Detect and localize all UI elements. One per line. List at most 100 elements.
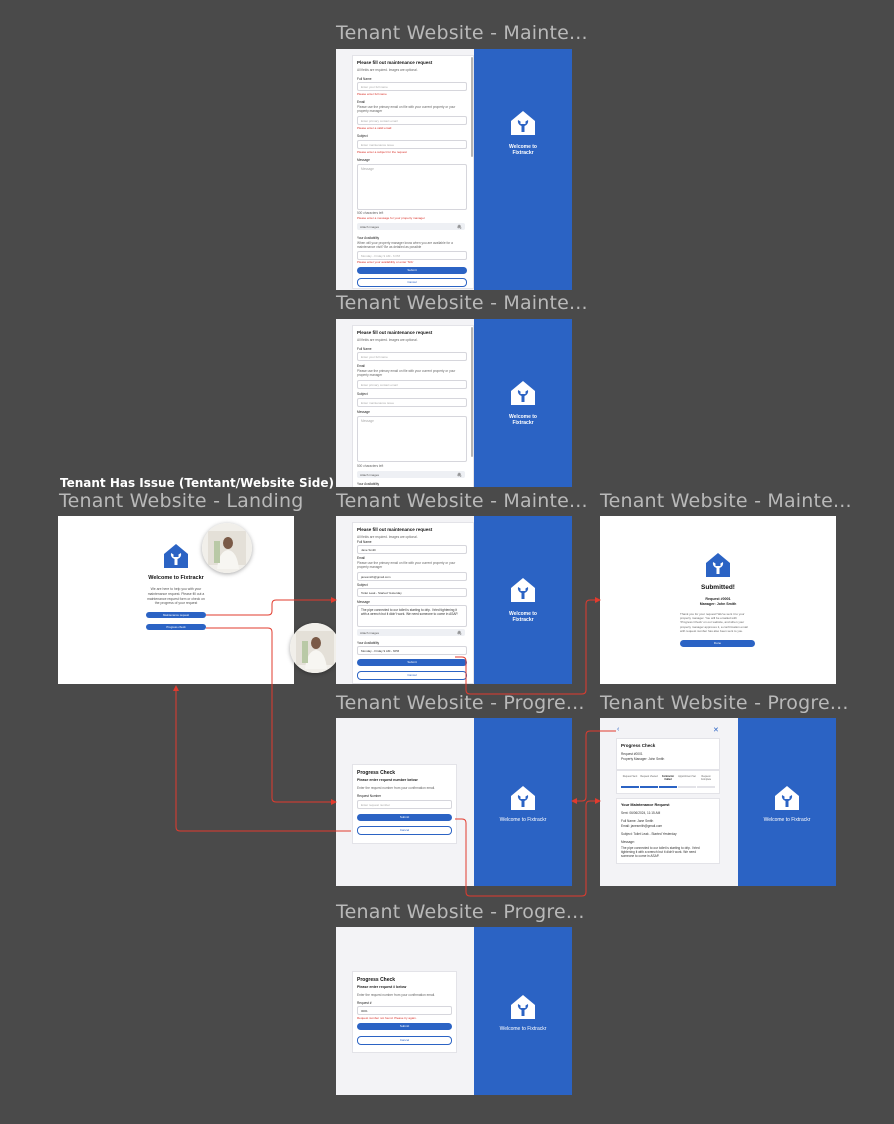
user-avatar — [202, 523, 252, 573]
step-bar — [640, 786, 658, 788]
fixtrackr-logo-icon — [509, 576, 537, 609]
maintenance-form-card: Please fill out maintenance request All … — [352, 55, 474, 289]
email-input[interactable]: Enter primary contact email — [357, 116, 467, 125]
submit-button[interactable]: Submit — [357, 659, 467, 666]
cancel-button[interactable]: Cancel — [357, 1036, 452, 1045]
step-bar — [659, 786, 677, 788]
submit-button[interactable]: Submit — [357, 267, 467, 274]
step-label: Request Viewed — [640, 775, 658, 778]
landing-title: Welcome to Fixtrackr — [148, 575, 204, 581]
progress-hint: Enter the request number from your confi… — [357, 786, 436, 790]
email-label: Email — [357, 364, 365, 368]
message-textarea[interactable]: Message — [357, 416, 467, 462]
email-label: Email — [357, 100, 365, 104]
full-name-label: Full Name — [357, 540, 372, 544]
brand-panel: Welcome to Fixtrackr — [474, 49, 572, 290]
subject-input[interactable]: Enter maintenance issue — [357, 398, 467, 407]
full-name-label: Full Name — [357, 77, 372, 81]
email-input[interactable]: janesmith@gmail.com — [357, 572, 467, 581]
frame-title-landing[interactable]: Tenant Website - Landing — [59, 490, 303, 512]
maintenance-request-button[interactable]: Maintenance request — [146, 612, 206, 618]
paperclip-icon: 🖇 — [456, 224, 462, 229]
fixtrackr-logo-icon — [773, 784, 801, 817]
form-subheading: All fields are required. Images are opti… — [357, 535, 418, 539]
scrollbar[interactable] — [471, 327, 473, 457]
form-heading: Please fill out maintenance request — [357, 527, 433, 532]
cancel-button[interactable]: Cancel — [357, 278, 467, 287]
submit-button[interactable]: Submit — [357, 1023, 452, 1030]
maintenance-form-card: Please fill out maintenance request All … — [352, 522, 474, 684]
step-label: Appointment Set — [678, 775, 696, 778]
step-bar — [697, 786, 715, 788]
property-manager: Property Manager: John Smith — [621, 757, 665, 761]
back-chevron-icon[interactable]: ‹ — [617, 726, 619, 733]
full-name: Full Name: Jane Smith — [621, 819, 654, 823]
frame-title-maint3[interactable]: Tenant Website - Mainte... — [336, 490, 588, 512]
message-label: Message: — [621, 840, 635, 844]
attach-images-button[interactable]: Attach images 🖇 — [357, 629, 465, 636]
frame-title-maint2[interactable]: Tenant Website - Mainte... — [336, 292, 588, 314]
attach-images-button[interactable]: Attach images 🖇 — [357, 471, 465, 478]
email-hint: Please use the primary email on file wit… — [357, 105, 456, 113]
frame-progress-error: Progress Check Please enter request # be… — [336, 927, 572, 1095]
progress-heading: Progress Check — [357, 770, 396, 776]
submitted-title: Submitted! — [701, 584, 735, 591]
scrollbar[interactable] — [471, 57, 473, 157]
message-label: Message — [357, 410, 370, 414]
progress-check-card: Progress Check Please enter request numb… — [352, 764, 457, 844]
progress-summary-card: Progress Check Request #0001 Property Ma… — [616, 738, 720, 770]
close-icon[interactable]: ✕ — [713, 726, 719, 734]
full-name-input[interactable]: Enter your full name — [357, 352, 467, 361]
step-bar — [678, 786, 696, 788]
availability-label: Your Availability — [357, 236, 380, 240]
message-textarea[interactable]: The pipe connected to our toilet is star… — [357, 605, 467, 627]
progress-check-button[interactable]: Progress check — [146, 624, 206, 630]
availability-input[interactable]: Monday - Friday 9 AM - 6PM — [357, 646, 467, 655]
welcome-text: Welcome to Fixtrackr — [763, 817, 811, 823]
progress-subheading: Please enter request # below — [357, 985, 407, 989]
paperclip-icon: 🖇 — [456, 472, 462, 477]
full-name-input[interactable]: Enter your full name — [357, 82, 467, 91]
form-subheading: All fields are required. Images are opti… — [357, 68, 418, 72]
user-avatar — [290, 623, 340, 673]
message-label: Message — [357, 158, 370, 162]
subject-input[interactable]: Toilet Leak - Started Yesterday — [357, 588, 467, 597]
done-button[interactable]: Done — [680, 640, 755, 647]
fixtrackr-logo-icon — [509, 109, 537, 142]
cancel-button[interactable]: Cancel — [357, 826, 452, 835]
frame-progress-check: Progress Check Please enter request numb… — [336, 718, 572, 886]
subject-input[interactable]: Enter maintenance issue — [357, 140, 467, 149]
attach-images-button[interactable]: Attach images 🖇 — [357, 223, 465, 230]
frame-title-maint1[interactable]: Tenant Website - Mainte... — [336, 22, 588, 44]
full-name-input[interactable]: Jane Smith — [357, 545, 467, 554]
message-textarea[interactable]: Message — [357, 164, 467, 210]
request-number-error: Request number not found. Please try aga… — [357, 1016, 417, 1020]
frame-submitted: Submitted! Request #0001 Manager: John S… — [600, 516, 836, 684]
form-heading: Please fill out maintenance request — [357, 60, 433, 65]
email-label: Email — [357, 556, 365, 560]
message-label: Message — [357, 600, 370, 604]
request-number-input[interactable]: 0001 — [357, 1006, 452, 1015]
step-label: Contractor Called — [661, 775, 675, 781]
frame-title-progress3[interactable]: Tenant Website - Progre... — [336, 901, 585, 923]
email-input[interactable]: Enter primary contact email — [357, 380, 467, 389]
subject: Subject: Toilet Leak - Started Yesterday — [621, 832, 677, 836]
frame-maintenance-empty: Please fill out maintenance request All … — [336, 319, 572, 487]
progress-hint: Enter the request number from your confi… — [357, 993, 436, 997]
frame-title-progress1[interactable]: Tenant Website - Progre... — [336, 692, 585, 714]
frame-landing: Welcome to Fixtrackr We are here to help… — [58, 516, 294, 684]
full-name-error: Please enter full name — [357, 92, 387, 96]
cancel-button[interactable]: Cancel — [357, 671, 467, 680]
fixtrackr-logo-icon — [162, 542, 190, 575]
char-count: 500 characters left — [357, 211, 384, 215]
email-error: Please enter a valid email — [357, 126, 392, 130]
request-number-input[interactable]: Enter request number — [357, 800, 452, 809]
availability-input[interactable]: Monday - Friday 9 AM - 6 PM — [357, 251, 467, 260]
frame-title-maint-submitted[interactable]: Tenant Website - Mainte... — [600, 490, 852, 512]
subject-label: Subject — [357, 583, 368, 587]
submit-button[interactable]: Submit — [357, 814, 452, 821]
availability-label: Your Availability — [357, 641, 380, 645]
frame-title-progress2[interactable]: Tenant Website - Progre... — [600, 692, 849, 714]
paperclip-icon: 🖇 — [456, 630, 462, 635]
wire-cancel-to-landing — [173, 685, 351, 832]
